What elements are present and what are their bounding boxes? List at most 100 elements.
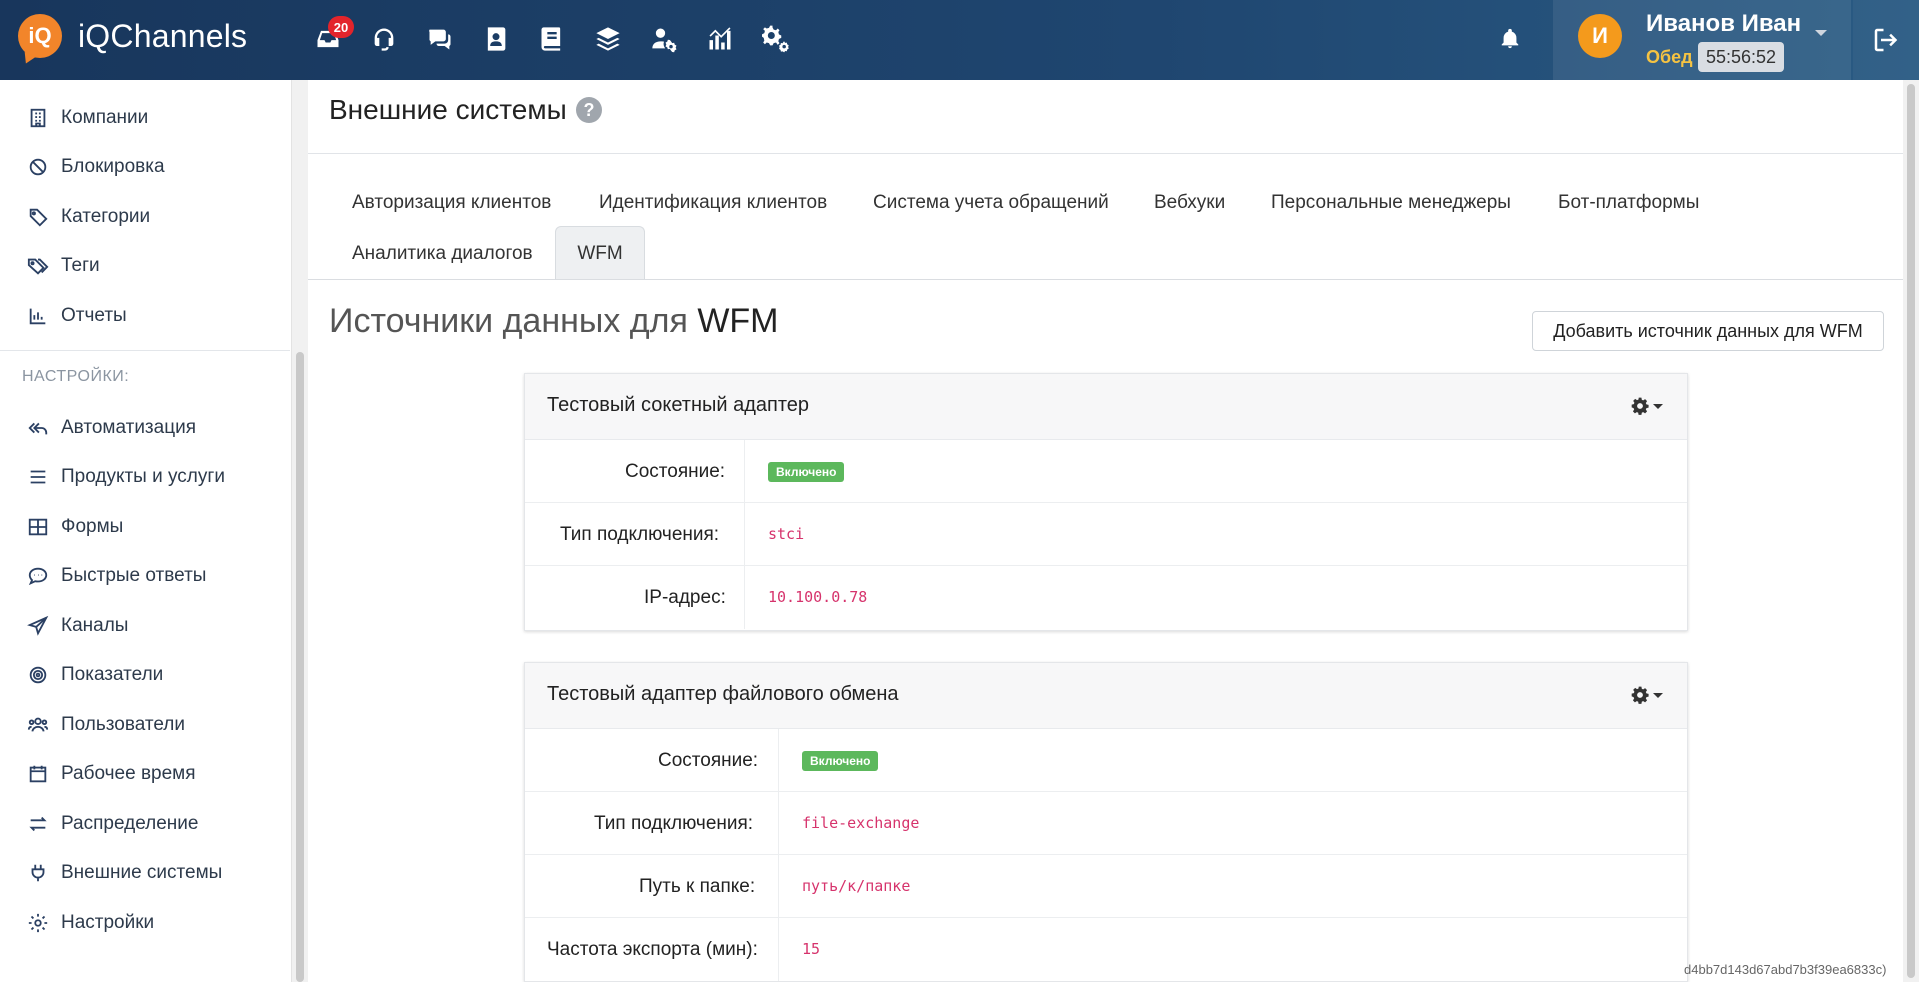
sidebar-item-categories[interactable]: Категории xyxy=(0,197,290,237)
bar-chart-icon xyxy=(29,308,46,325)
sidebar-item-label: Автоматизация xyxy=(61,417,196,438)
user-menu[interactable]: И Иванов Иван Обед 55:56:52 xyxy=(1553,0,1851,80)
cogs-icon[interactable] xyxy=(748,18,804,60)
card-settings-dropdown[interactable] xyxy=(1630,396,1663,416)
detail-row: Состояние: Включено xyxy=(525,440,1687,503)
tab-ticket-system[interactable]: Система учета обращений xyxy=(873,192,1109,214)
sidebar-settings-heading: НАСТРОЙКИ: xyxy=(22,368,130,385)
card-header: Тестовый адаптер файлового обмена xyxy=(525,663,1687,729)
section-title-suffix: WFM xyxy=(697,302,779,340)
sidebar-item-tags[interactable]: Теги xyxy=(0,246,290,286)
gear-icon xyxy=(1631,397,1649,415)
sidebar-item-products[interactable]: Продукты и услуги xyxy=(0,457,290,497)
title-divider xyxy=(308,153,1903,154)
add-wfm-source-button[interactable]: Добавить источник данных для WFM xyxy=(1532,311,1884,351)
plug-icon xyxy=(31,864,45,882)
card-header: Тестовый сокетный адаптер xyxy=(525,374,1687,440)
book-icon[interactable] xyxy=(524,18,580,60)
paper-plane-icon xyxy=(27,615,49,636)
sidebar-item-metrics[interactable]: Показатели xyxy=(0,655,290,695)
main-scrollbar-thumb[interactable] xyxy=(1907,84,1915,978)
sidebar-item-automation[interactable]: Автоматизация xyxy=(0,408,290,448)
sidebar-item-users[interactable]: Пользователи xyxy=(0,705,290,745)
row-label: Путь к папке: xyxy=(639,876,756,897)
row-separator xyxy=(778,792,779,854)
sidebar-item-label: Компании xyxy=(61,107,149,128)
gear-icon xyxy=(1631,686,1649,704)
row-separator xyxy=(744,566,745,629)
sidebar-item-reports[interactable]: Отчеты xyxy=(0,296,290,336)
sidebar-item-label: Рабочее время xyxy=(61,763,196,784)
sidebar-item-companies[interactable]: Компании xyxy=(0,98,290,138)
user-name: Иванов Иван xyxy=(1646,10,1802,37)
sidebar-item-label: Продукты и услуги xyxy=(61,466,225,487)
section-title-prefix: Источники данных для xyxy=(329,302,688,340)
tab-client-auth[interactable]: Авторизация клиентов xyxy=(352,192,551,214)
user-status: Обед xyxy=(1646,47,1693,67)
inbox-count-badge: 20 xyxy=(328,16,354,38)
bullseye-icon xyxy=(29,666,47,684)
sidebar-item-label: Распределение xyxy=(61,813,199,834)
row-label: Тип подключения: xyxy=(560,524,720,545)
sidebar-scrollbar-thumb[interactable] xyxy=(296,352,304,982)
bell-icon[interactable] xyxy=(1496,22,1524,54)
analytics-icon[interactable] xyxy=(692,18,748,60)
status-timer: 55:56:52 xyxy=(1698,42,1785,72)
chevron-down-icon xyxy=(1653,692,1663,698)
sidebar-divider xyxy=(0,350,290,351)
sidebar-item-label: Показатели xyxy=(61,664,164,685)
row-label: Частота экспорта (мин): xyxy=(547,939,758,960)
build-hash: d4bb7d143d67abd7b3f39ea6833c) xyxy=(1684,962,1887,977)
sidebar-item-settings[interactable]: Настройки xyxy=(0,903,290,943)
tab-webhooks[interactable]: Вебхуки xyxy=(1154,192,1225,214)
sidebar-item-work-hours[interactable]: Рабочее время xyxy=(0,754,290,794)
sidebar-item-label: Формы xyxy=(61,516,124,537)
row-value: stci xyxy=(768,525,805,543)
ban-icon xyxy=(29,158,47,176)
gear-icon xyxy=(28,913,48,933)
card-settings-dropdown[interactable] xyxy=(1630,685,1663,705)
contacts-icon[interactable] xyxy=(468,18,524,60)
tab-dialog-analytics[interactable]: Аналитика диалогов xyxy=(352,243,533,265)
detail-row: Путь к папке: путь/к/папке xyxy=(525,855,1687,918)
row-separator xyxy=(744,503,745,565)
app-name: iQChannels xyxy=(78,17,248,54)
sidebar-item-blocking[interactable]: Блокировка xyxy=(0,147,290,187)
tab-client-identification[interactable]: Идентификация клиентов xyxy=(599,192,827,214)
row-label: Тип подключения: xyxy=(594,813,754,834)
user-settings-icon[interactable] xyxy=(636,18,692,60)
inbox-icon[interactable]: 20 xyxy=(300,16,356,60)
card-title: Тестовый сокетный адаптер xyxy=(547,394,810,416)
section-title: Источники данных для WFM xyxy=(329,302,779,341)
calendar-icon xyxy=(29,765,47,783)
table-icon xyxy=(28,518,48,536)
sidebar-item-quick-replies[interactable]: Быстрые ответы xyxy=(0,556,290,596)
chats-icon[interactable] xyxy=(412,18,468,60)
comment-dots-icon xyxy=(28,567,48,586)
sidebar-item-label: Каналы xyxy=(61,615,129,636)
row-label: Состояние: xyxy=(658,750,759,771)
tab-bot-platforms[interactable]: Бот-платформы xyxy=(1558,192,1699,214)
sidebar: Компании Блокировка Категории Теги Отчет… xyxy=(0,80,292,982)
sidebar-item-external-systems[interactable]: Внешние системы xyxy=(0,853,290,893)
app-logo[interactable]: iQ iQChannels xyxy=(18,14,247,58)
tab-personal-managers[interactable]: Персональные менеджеры xyxy=(1271,192,1511,214)
row-label: Состояние: xyxy=(625,461,726,482)
help-icon[interactable]: ? xyxy=(576,97,602,123)
data-source-card: Тестовый адаптер файлового обмена Состоя… xyxy=(524,662,1688,982)
data-source-card: Тестовый сокетный адаптер Состояние: Вкл… xyxy=(524,373,1688,631)
logout-button[interactable] xyxy=(1853,0,1919,80)
sidebar-item-channels[interactable]: Каналы xyxy=(0,606,290,646)
row-separator xyxy=(778,918,779,981)
sidebar-item-forms[interactable]: Формы xyxy=(0,507,290,547)
sidebar-item-label: Быстрые ответы xyxy=(61,565,207,586)
sidebar-item-distribution[interactable]: Распределение xyxy=(0,804,290,844)
row-value: 15 xyxy=(802,940,821,958)
detail-row: IP-адрес: 10.100.0.78 xyxy=(525,566,1687,629)
layers-icon[interactable] xyxy=(580,18,636,60)
headset-icon[interactable] xyxy=(356,18,412,60)
row-label: IP-адрес: xyxy=(644,587,726,608)
sidebar-item-label: Отчеты xyxy=(61,305,127,326)
tab-wfm[interactable]: WFM xyxy=(555,226,645,280)
detail-row: Частота экспорта (мин): 15 xyxy=(525,918,1687,981)
